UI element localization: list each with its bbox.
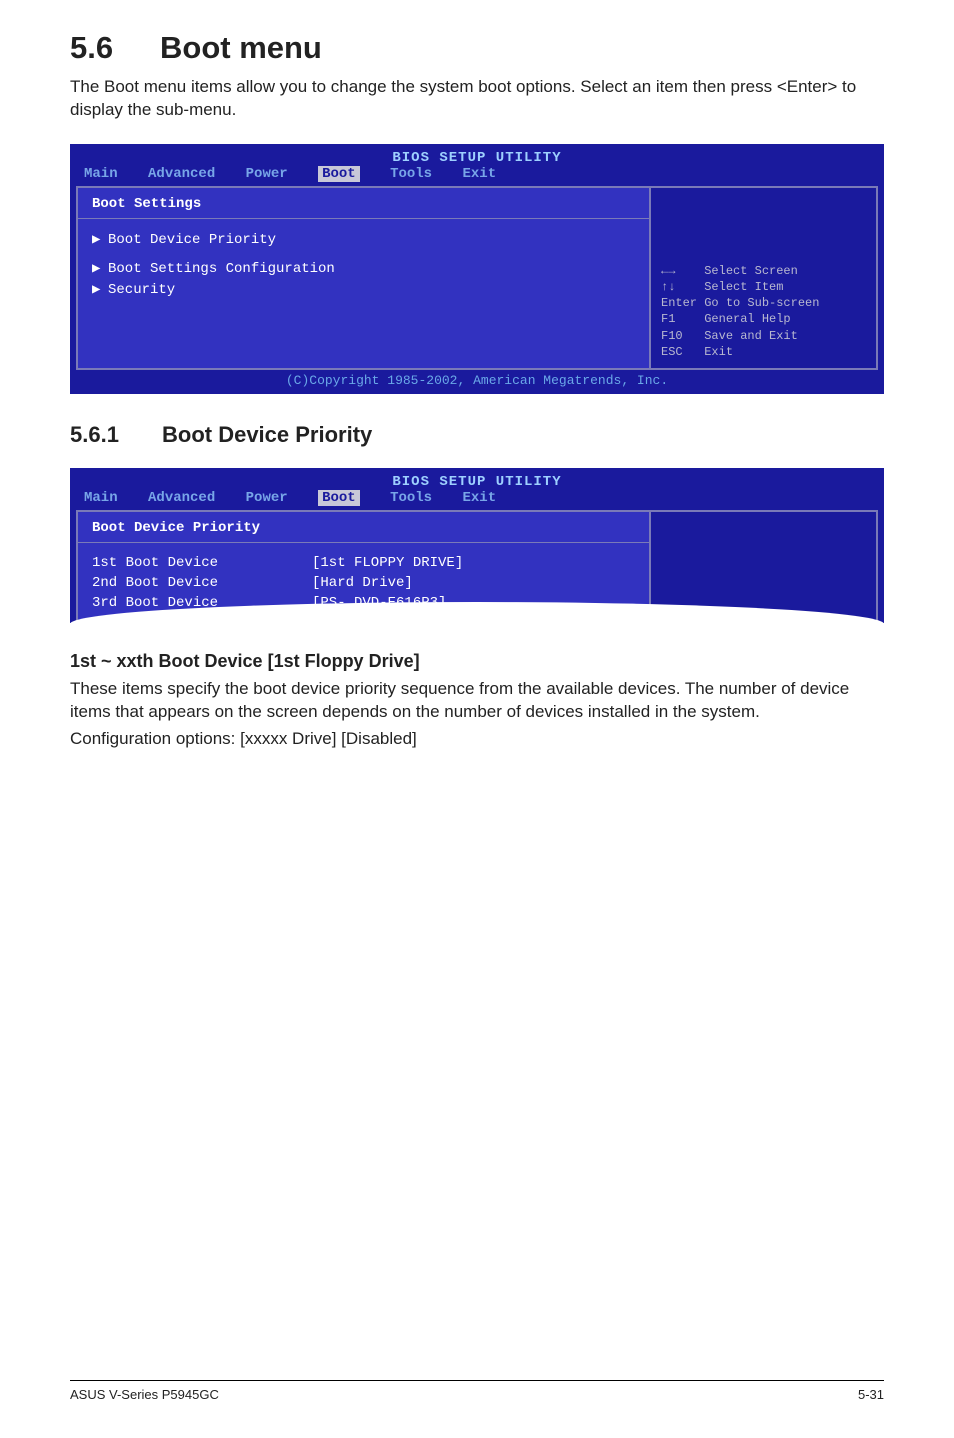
- help-value: Select Item: [704, 280, 783, 294]
- boot-device-value: [Hard Drive]: [312, 573, 635, 593]
- help-value: Select Screen: [704, 264, 798, 278]
- menu-item-boot-settings-configuration[interactable]: ▶Boot Settings Configuration: [92, 258, 635, 279]
- help-key: Enter: [661, 296, 697, 310]
- bios-utility-title: BIOS SETUP UTILITY: [70, 144, 884, 166]
- list-item[interactable]: 2nd Boot Device [Hard Drive]: [92, 573, 635, 593]
- bios-screenshot-boot-settings: BIOS SETUP UTILITY Main Advanced Power B…: [70, 144, 884, 394]
- help-key: ESC: [661, 345, 683, 359]
- boot-device-value: [1st FLOPPY DRIVE]: [312, 553, 635, 573]
- tab-tools[interactable]: Tools: [390, 166, 432, 182]
- tab-power[interactable]: Power: [246, 166, 288, 182]
- bios-pane-heading: Boot Device Priority: [78, 520, 649, 543]
- help-value: Go to Sub-screen: [704, 296, 819, 310]
- tab-boot[interactable]: Boot: [318, 166, 360, 182]
- option-config-options: Configuration options: [xxxxx Drive] [Di…: [70, 728, 884, 751]
- submenu-icon: ▶: [92, 231, 108, 248]
- subsection-title-text: Boot Device Priority: [162, 422, 372, 447]
- menu-item-label: Boot Device Priority: [108, 232, 276, 248]
- tab-advanced[interactable]: Advanced: [148, 166, 215, 182]
- submenu-icon: ▶: [92, 281, 108, 298]
- boot-device-label: 1st Boot Device: [92, 553, 312, 573]
- submenu-icon: ▶: [92, 260, 108, 277]
- bios-screenshot-boot-priority: BIOS SETUP UTILITY Main Advanced Power B…: [70, 468, 884, 623]
- menu-item-boot-device-priority[interactable]: ▶Boot Device Priority: [92, 229, 635, 250]
- option-heading: 1st ~ xxth Boot Device [1st Floppy Drive…: [70, 651, 884, 672]
- tab-exit[interactable]: Exit: [463, 490, 497, 506]
- section-title-text: Boot menu: [160, 30, 322, 65]
- help-key: F1: [661, 312, 675, 326]
- tab-main[interactable]: Main: [84, 490, 118, 506]
- footer-product: ASUS V-Series P5945GC: [70, 1387, 219, 1402]
- help-value: Exit: [704, 345, 733, 359]
- menu-item-security[interactable]: ▶Security: [92, 279, 635, 300]
- section-intro: The Boot menu items allow you to change …: [70, 76, 884, 122]
- bios-help-text: ←→ Select Screen ↑↓ Select Item Enter Go…: [661, 263, 866, 360]
- tab-exit[interactable]: Exit: [463, 166, 497, 182]
- bios-left-pane: Boot Settings ▶Boot Device Priority ▶Boo…: [78, 188, 651, 368]
- tab-boot[interactable]: Boot: [318, 490, 360, 506]
- help-key: F10: [661, 329, 683, 343]
- tab-power[interactable]: Power: [246, 490, 288, 506]
- help-key: ↑↓: [661, 280, 675, 294]
- tab-advanced[interactable]: Advanced: [148, 490, 215, 506]
- subsection-number: 5.6.1: [70, 422, 162, 448]
- help-key: ←→: [661, 264, 675, 278]
- boot-device-label: 2nd Boot Device: [92, 573, 312, 593]
- bios-screenshot-boot-priority-wrap: BIOS SETUP UTILITY Main Advanced Power B…: [70, 468, 884, 623]
- bios-copyright: (C)Copyright 1985-2002, American Megatre…: [70, 370, 884, 394]
- menu-item-label: Boot Settings Configuration: [108, 261, 335, 277]
- bios-pane-heading: Boot Settings: [78, 196, 649, 219]
- bios-tab-bar: Main Advanced Power Boot Tools Exit: [70, 490, 884, 510]
- bios-utility-title: BIOS SETUP UTILITY: [70, 468, 884, 490]
- section-heading: 5.6Boot menu: [70, 30, 884, 66]
- tab-tools[interactable]: Tools: [390, 490, 432, 506]
- section-number: 5.6: [70, 30, 160, 66]
- menu-item-label: Security: [108, 282, 175, 298]
- option-description: These items specify the boot device prio…: [70, 678, 884, 724]
- footer-page-number: 5-31: [858, 1387, 884, 1402]
- help-value: Save and Exit: [704, 329, 798, 343]
- spacer: [92, 250, 635, 258]
- page-footer: ASUS V-Series P5945GC 5-31: [70, 1380, 884, 1402]
- tab-main[interactable]: Main: [84, 166, 118, 182]
- bios-tab-bar: Main Advanced Power Boot Tools Exit: [70, 166, 884, 186]
- help-value: General Help: [704, 312, 790, 326]
- list-item[interactable]: 1st Boot Device [1st FLOPPY DRIVE]: [92, 553, 635, 573]
- subsection-heading: 5.6.1Boot Device Priority: [70, 422, 884, 448]
- bios-help-pane: ←→ Select Screen ↑↓ Select Item Enter Go…: [651, 188, 876, 368]
